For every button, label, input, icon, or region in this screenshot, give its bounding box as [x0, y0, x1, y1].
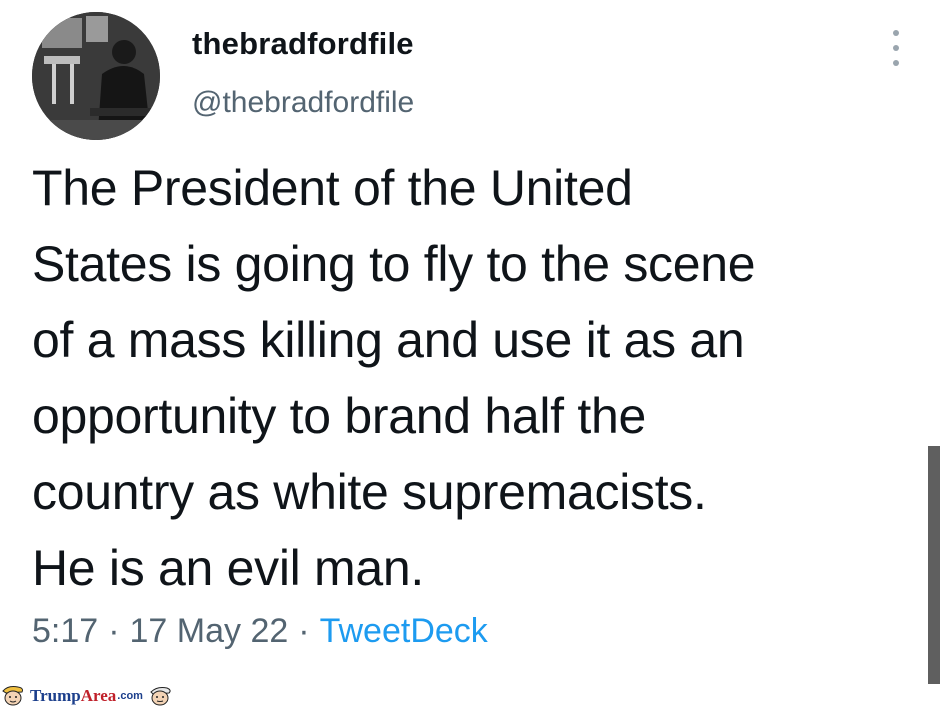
- brand-trump: Trump: [30, 686, 81, 705]
- avatar[interactable]: [32, 12, 160, 140]
- meta-separator: ·: [108, 612, 120, 650]
- tweet-card: thebradfordfile @thebradfordfile The Pre…: [0, 0, 940, 684]
- more-dot: [893, 60, 899, 66]
- more-dot: [893, 30, 899, 36]
- brand-area: Area: [80, 686, 117, 705]
- more-options-icon[interactable]: [888, 30, 904, 66]
- tweet-time[interactable]: 5:17: [32, 612, 98, 651]
- tweet-date[interactable]: 17 May 22: [130, 612, 289, 651]
- watermark-bar: Trump Area .com: [0, 684, 940, 707]
- watermark-logo[interactable]: Trump Area .com: [0, 685, 173, 707]
- profile-photo-icon: [32, 12, 160, 140]
- meta-separator: ·: [298, 612, 310, 650]
- tweet-text: The President of the United States is go…: [32, 160, 756, 596]
- caricature-face-icon: [150, 687, 171, 706]
- user-handle[interactable]: @thebradfordfile: [192, 86, 414, 120]
- tweet-meta: 5:17 · 17 May 22 · TweetDeck: [32, 612, 488, 651]
- brand-suffix: .com: [117, 690, 143, 702]
- more-dot: [893, 45, 899, 51]
- display-name[interactable]: thebradfordfile: [192, 26, 414, 62]
- tweet-source-link[interactable]: TweetDeck: [320, 612, 488, 651]
- scrollbar[interactable]: [928, 446, 940, 684]
- caricature-face-icon: [2, 686, 23, 706]
